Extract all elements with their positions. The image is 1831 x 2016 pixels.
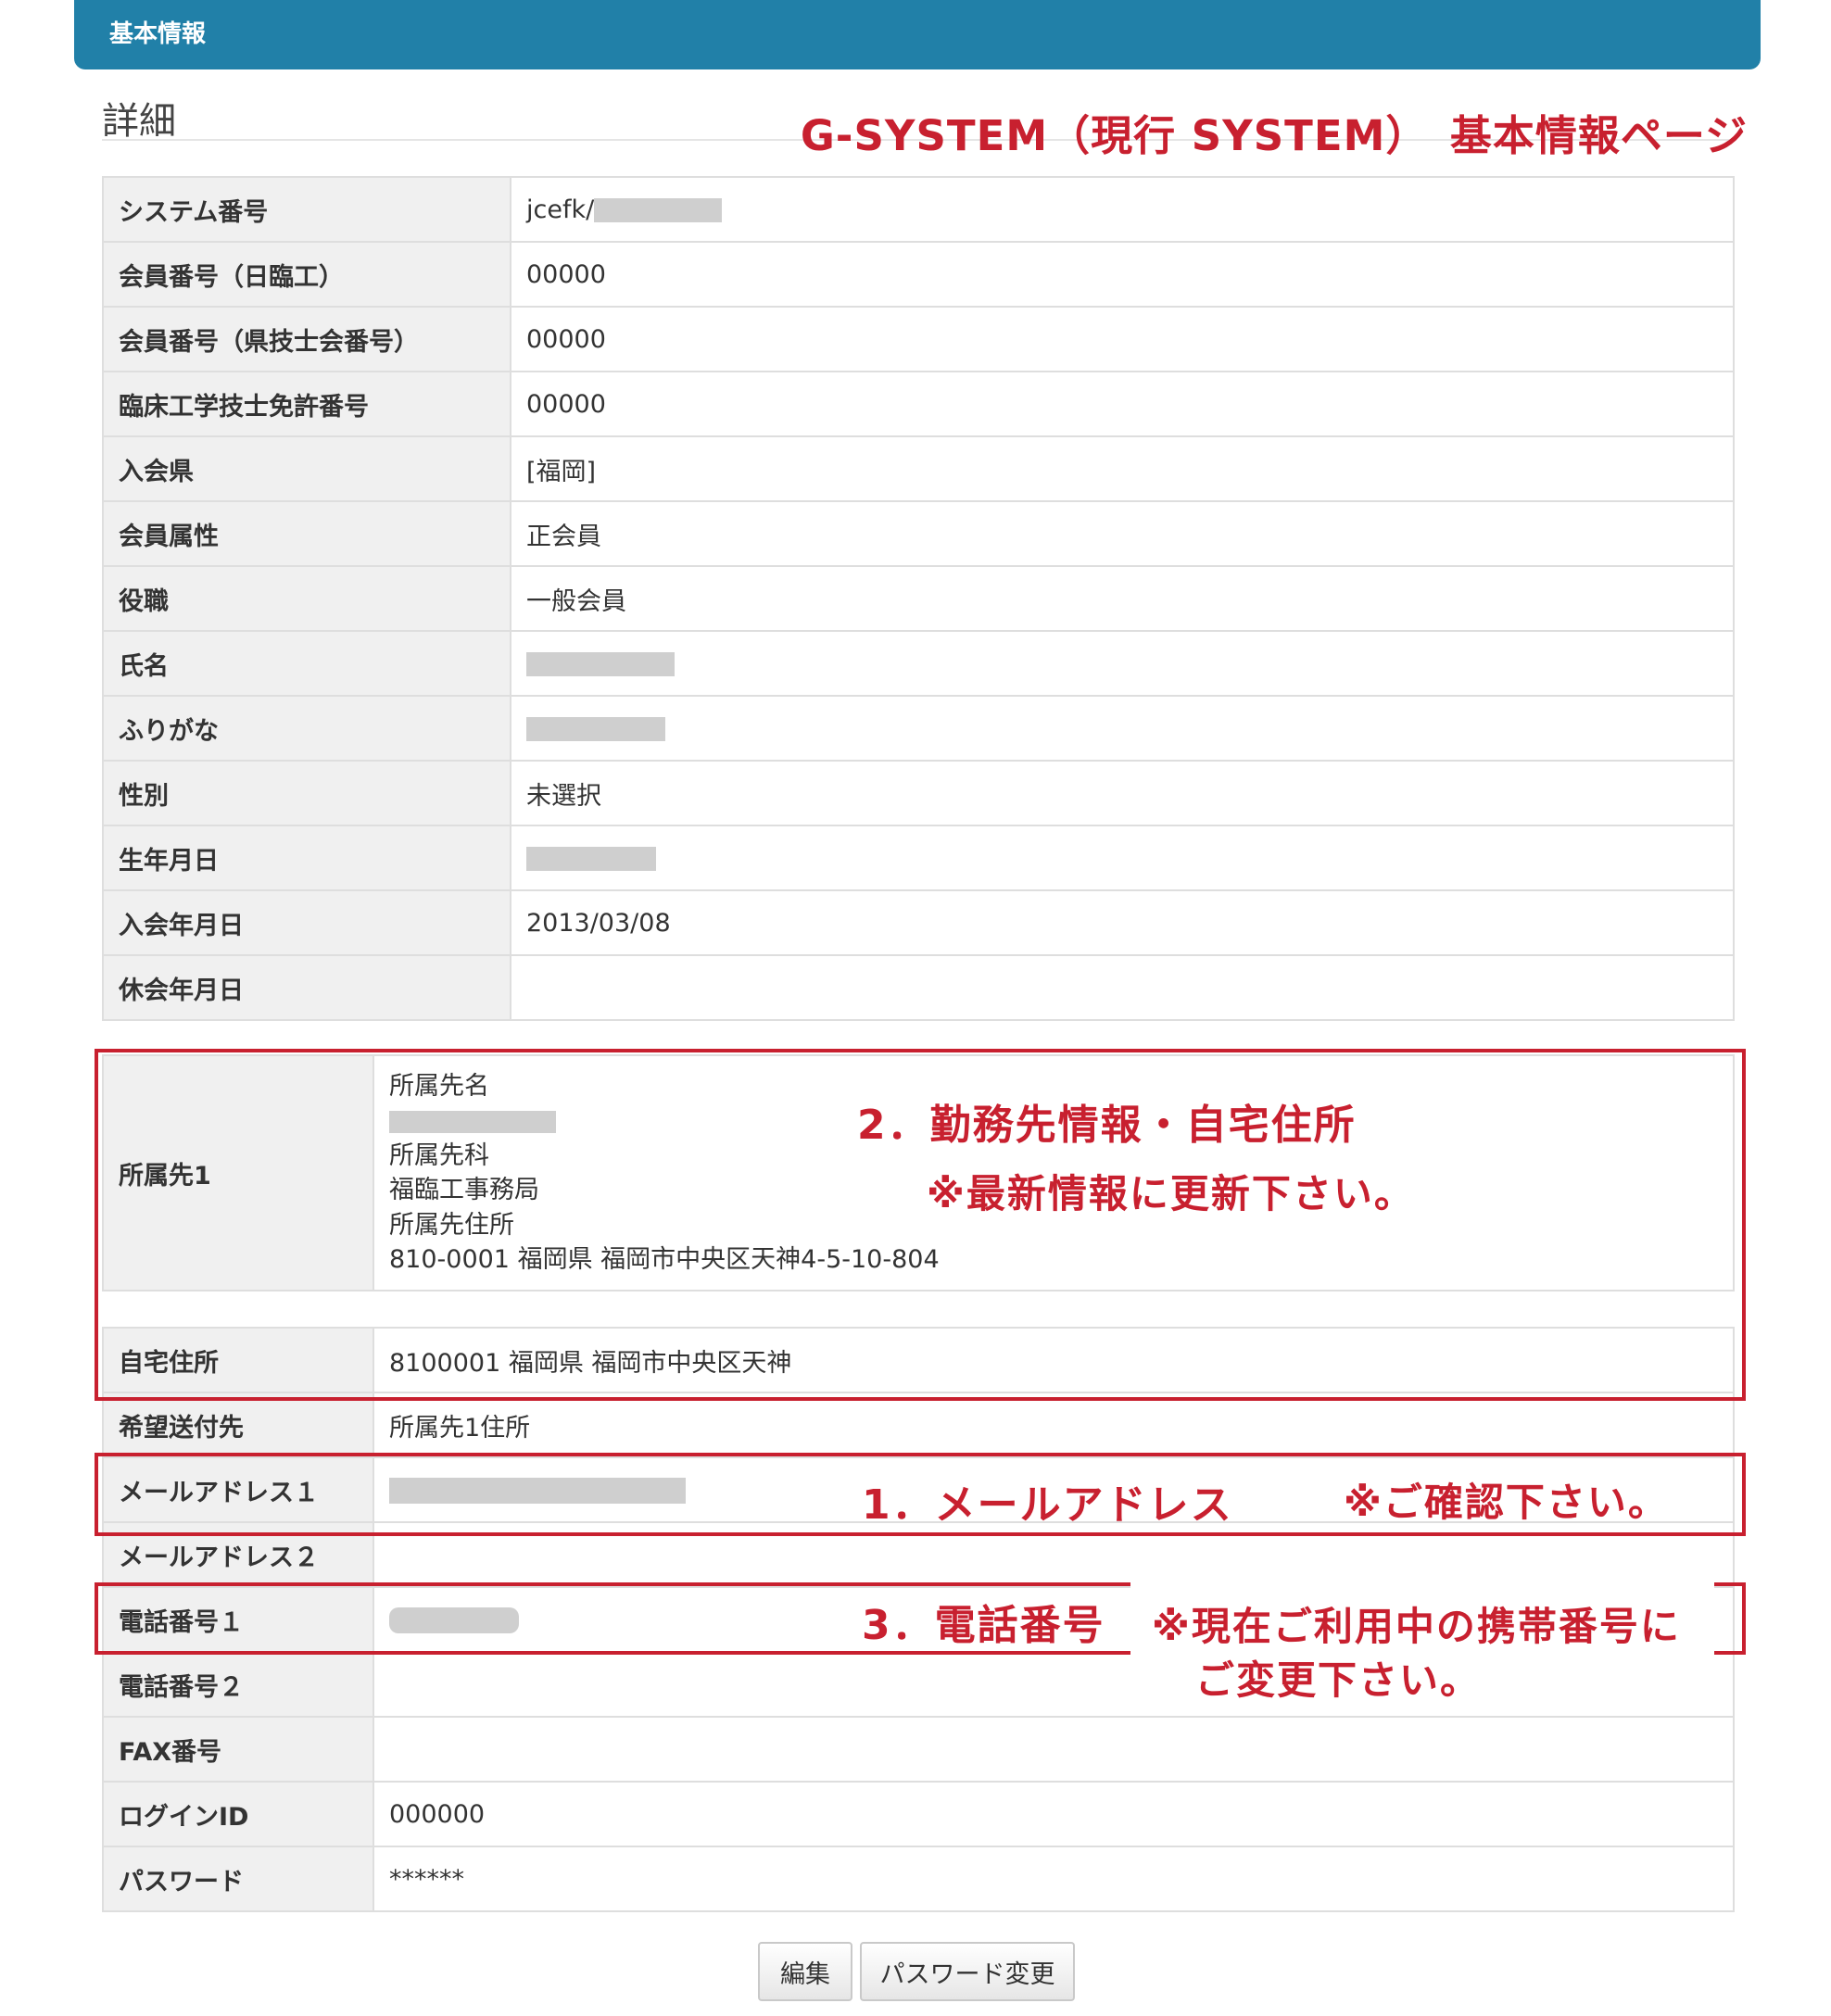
table-row: 臨床工学技士免許番号 00000 [102,371,1735,437]
row-value-member-type: 正会員 [510,500,1735,567]
row-value-leave-date [510,954,1735,1021]
row-label-gender: 性別 [102,760,511,826]
row-label-password: パスワード [102,1846,374,1912]
redacted-block [526,652,675,676]
row-label-member-type: 会員属性 [102,500,511,567]
page-caption: G-SYSTEM（現行 SYSTEM） 基本情報ページ [800,111,1748,160]
row-label-join-date: 入会年月日 [102,889,511,956]
row-label-fax: FAX番号 [102,1716,374,1783]
row-value-name [510,630,1735,697]
row-value-mailing-destination: 所属先1住所 [373,1392,1735,1458]
note-workplace-sub: ※最新情報に更新下さい。 [927,1171,1415,1216]
row-value-furigana [510,695,1735,762]
edit-button[interactable]: 編集 [758,1942,852,2001]
row-label-birth-date: 生年月日 [102,825,511,891]
row-value-system-number: jcefk/ [510,176,1735,243]
table-row: 生年月日 [102,825,1735,891]
note-email-sub: ※ご確認下さい。 [1344,1480,1669,1525]
table-row: 性別 未選択 [102,760,1735,826]
row-label-login-id: ログインID [102,1781,374,1847]
table-row: ふりがな [102,695,1735,762]
table-row: 会員属性 正会員 [102,500,1735,567]
row-value-member-number-jacet: 00000 [510,241,1735,308]
table-row: 会員番号（日臨工） 00000 [102,241,1735,308]
note-email: 1．メールアドレス [862,1481,1233,1529]
row-label-mailing-destination: 希望送付先 [102,1392,374,1458]
row-value-login-id: 000000 [373,1781,1735,1847]
note-phone: 3．電話番号 [862,1602,1105,1649]
redacted-block [526,717,665,741]
header-bar: 基本情報 [74,0,1761,69]
redacted-block [594,198,723,222]
section-title: 詳細 [102,100,176,143]
row-value-join-prefecture: [福岡] [510,435,1735,502]
note-workplace: 2．勤務先情報・自宅住所 [857,1102,1357,1149]
table-row: 入会県 [福岡] [102,435,1735,502]
row-value-member-number-prefecture: 00000 [510,306,1735,372]
table-row: ログインID 000000 [102,1781,1735,1847]
row-label-license-number: 臨床工学技士免許番号 [102,371,511,437]
row-label-leave-date: 休会年月日 [102,954,511,1021]
row-value-fax [373,1716,1735,1783]
header-title: 基本情報 [109,20,207,48]
change-password-button[interactable]: パスワード変更 [860,1942,1075,2001]
table-row: 休会年月日 [102,954,1735,1021]
row-value-position: 一般会員 [510,565,1735,632]
basic-info-table: システム番号 jcefk/ 会員番号（日臨工） 00000 会員番号（県技士会番… [102,176,1735,1021]
row-label-furigana: ふりがな [102,695,511,762]
row-label-member-number-prefecture: 会員番号（県技士会番号） [102,306,511,372]
table-row: 入会年月日 2013/03/08 [102,889,1735,956]
table-row: 役職 一般会員 [102,565,1735,632]
redacted-block [526,847,656,871]
note-phone-sub-2: ご変更下さい。 [1195,1657,1482,1703]
row-label-member-number-jacet: 会員番号（日臨工） [102,241,511,308]
table-row: パスワード ****** [102,1846,1735,1912]
row-value-join-date: 2013/03/08 [510,889,1735,956]
row-label-system-number: システム番号 [102,176,511,243]
table-row: 希望送付先 所属先1住所 [102,1392,1735,1458]
row-value-license-number: 00000 [510,371,1735,437]
row-value-gender: 未選択 [510,760,1735,826]
table-row: 氏名 [102,630,1735,697]
row-label-position: 役職 [102,565,511,632]
row-label-phone-2: 電話番号２ [102,1651,374,1718]
table-row: 会員番号（県技士会番号） 00000 [102,306,1735,372]
note-phone-sub-1: ※現在ご利用中の携帯番号に [1152,1604,1681,1649]
row-label-join-prefecture: 入会県 [102,435,511,502]
table-row: FAX番号 [102,1716,1735,1783]
row-value-birth-date [510,825,1735,891]
row-value-password: ****** [373,1846,1735,1912]
row-label-name: 氏名 [102,630,511,697]
table-row: システム番号 jcefk/ [102,176,1735,243]
